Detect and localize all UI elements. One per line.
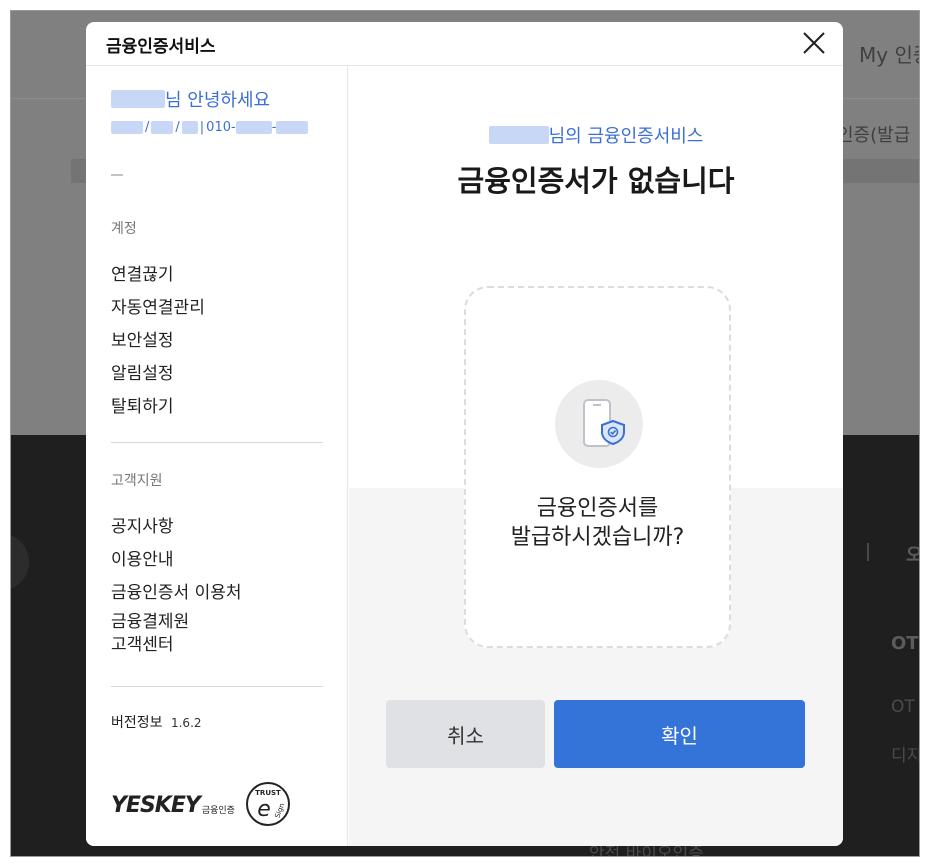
background-divider	[867, 543, 869, 561]
version-label: 버전정보	[111, 715, 163, 731]
sidebar-divider	[111, 442, 323, 443]
background-tab-text: 인증(발급	[837, 125, 911, 146]
trust-logo-e: e	[257, 797, 271, 822]
headline: 금융인증서가 없습니다	[457, 164, 735, 198]
financial-cert-modal: 금융인증서비스 님 안녕하세요 / / | 010- - 계정 연결끊기 자동연…	[86, 22, 843, 846]
modal-title: 금융인증서비스	[106, 37, 216, 57]
main-content: 님의 금융인증서비스 금융인증서가 없습니다 금융인증서를 발급하시겠습니까? …	[349, 66, 843, 846]
masked-field	[151, 121, 174, 134]
menu-item-auto-connect[interactable]: 자동연결관리	[111, 293, 205, 318]
prompt-line1: 금융인증서를	[536, 496, 659, 521]
menu-item-support-center[interactable]: 금융결제원 고객센터	[111, 611, 189, 657]
masked-user-info: / / | 010- -	[111, 120, 309, 135]
cancel-button[interactable]: 취소	[386, 700, 545, 768]
menu-item-security[interactable]: 보안설정	[111, 326, 174, 351]
version-info: 버전정보 1.6.2	[111, 712, 202, 732]
issue-prompt-text: 금융인증서를 발급하시겠습니까?	[466, 494, 729, 552]
menu-item-usage-places[interactable]: 금융인증서 이용처	[111, 578, 242, 603]
slash-separator: /	[175, 120, 180, 135]
masked-field	[111, 121, 143, 134]
masked-field	[181, 121, 198, 134]
prompt-line2: 발급하시겠습니까?	[510, 525, 685, 550]
background-dark-char: 오	[906, 541, 919, 567]
greeting-text: 님 안녕하세요	[165, 90, 271, 111]
support-center-line2: 고객센터	[111, 635, 174, 655]
version-number: 1.6.2	[170, 716, 202, 730]
service-subtitle: 님의 금융인증서비스	[349, 122, 843, 148]
menu-item-notices[interactable]: 공지사항	[111, 512, 174, 537]
yeskey-logo-sub: 금융인증	[201, 806, 235, 816]
phone-prefix: 010-	[206, 120, 236, 135]
menu-item-guide[interactable]: 이용안내	[111, 545, 174, 570]
bar-separator: |	[199, 120, 205, 135]
background-header-text: My 인증	[859, 43, 919, 67]
yeskey-logo: YESKEY 금융인증	[111, 788, 235, 818]
slash-separator: /	[145, 120, 150, 135]
yeskey-logo-text: YESKEY	[111, 793, 201, 818]
section-account-label: 계정	[111, 221, 137, 237]
user-greeting: 님 안녕하세요	[111, 86, 270, 112]
dash-mark	[111, 174, 123, 176]
menu-item-disconnect[interactable]: 연결끊기	[111, 260, 174, 285]
masked-user-name	[488, 126, 549, 144]
trust-esign-logo-icon: TRUST e Sign	[246, 782, 290, 826]
masked-field	[235, 121, 272, 134]
background-dark-heading: OT	[891, 633, 919, 654]
subtitle-text: 님의 금융인증서비스	[548, 126, 704, 147]
menu-item-withdraw[interactable]: 탈퇴하기	[111, 392, 174, 417]
menu-item-notifications[interactable]: 알림설정	[111, 359, 174, 384]
phone-shield-icon-circle	[555, 380, 643, 468]
phone-shield-icon	[583, 399, 625, 447]
trust-logo-top: TRUST	[255, 789, 281, 797]
sidebar: 님 안녕하세요 / / | 010- - 계정 연결끊기 자동연결관리 보안설정…	[86, 66, 348, 846]
masked-user-name	[111, 90, 165, 108]
issue-prompt-card: 금융인증서를 발급하시겠습니까?	[464, 286, 731, 648]
background-dark-line2: 디지	[891, 746, 920, 766]
close-icon[interactable]	[801, 30, 827, 56]
support-center-line1: 금융결제원	[111, 612, 190, 632]
modal-header: 금융인증서비스	[86, 22, 843, 66]
confirm-button[interactable]: 확인	[554, 700, 805, 768]
section-support-label: 고객지원	[111, 473, 163, 489]
masked-field	[276, 121, 309, 134]
sidebar-divider	[111, 686, 323, 687]
background-dark-line1: OT	[891, 697, 915, 717]
